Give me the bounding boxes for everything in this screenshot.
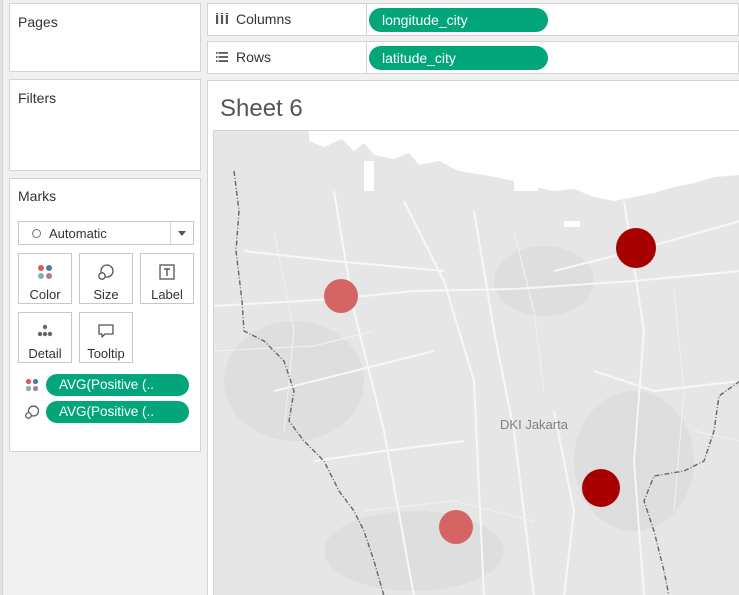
color-encoding-row: AVG(Positive (..: [24, 374, 194, 396]
color-button-label: Color: [29, 287, 61, 302]
mark-type-dropdown[interactable]: Automatic: [18, 221, 194, 245]
chevron-down-icon[interactable]: [178, 231, 186, 236]
pages-title: Pages: [18, 14, 58, 30]
sheet-title[interactable]: Sheet 6: [220, 95, 303, 123]
marks-card: Marks Automatic Color Size Label Detail …: [9, 178, 201, 452]
latitude-pill[interactable]: latitude_city: [369, 46, 548, 70]
dropdown-divider: [170, 222, 171, 244]
color-dots-icon: [25, 378, 39, 392]
filters-title: Filters: [18, 90, 57, 106]
size-encoding-row: AVG(Positive (..: [24, 401, 194, 423]
map-mark-1[interactable]: [616, 228, 656, 268]
label-icon: [159, 264, 175, 280]
size-encoding-pill[interactable]: AVG(Positive (..: [46, 401, 189, 423]
detail-dots-icon: [37, 324, 53, 337]
color-encoding-pill[interactable]: AVG(Positive (..: [46, 374, 189, 396]
rows-shelf-header: Rows: [208, 42, 367, 73]
map-view[interactable]: DKI Jakarta: [213, 130, 739, 595]
size-button-label: Size: [93, 287, 119, 302]
rows-icon: [216, 52, 228, 62]
size-icon: [25, 405, 40, 419]
columns-shelf-header: Columns: [208, 4, 367, 35]
size-button[interactable]: Size: [79, 253, 133, 304]
columns-shelf[interactable]: Columns longitude_city: [207, 3, 739, 36]
tooltip-button-label: Tooltip: [87, 346, 125, 361]
circle-mark-icon: [32, 229, 41, 238]
map-place-label: DKI Jakarta: [500, 417, 569, 432]
columns-label: Columns: [236, 11, 292, 27]
rows-shelf[interactable]: Rows latitude_city: [207, 41, 739, 74]
tooltip-button[interactable]: Tooltip: [79, 312, 133, 363]
columns-icon: [216, 13, 228, 24]
color-button[interactable]: Color: [18, 253, 72, 304]
rows-label: Rows: [236, 49, 272, 65]
map-mark-3[interactable]: [582, 469, 620, 507]
label-button-label: Label: [151, 287, 183, 302]
map-canvas[interactable]: DKI Jakarta: [214, 131, 739, 595]
map-mark-4[interactable]: [439, 510, 473, 544]
map-mark-2[interactable]: [324, 279, 358, 313]
color-dots-icon: [38, 265, 52, 279]
left-edge-strip: [0, 0, 3, 595]
detail-button[interactable]: Detail: [18, 312, 72, 363]
tooltip-icon: [98, 324, 114, 338]
size-icon: [98, 264, 114, 280]
longitude-pill[interactable]: longitude_city: [369, 8, 548, 32]
pages-card[interactable]: Pages: [9, 3, 201, 72]
label-button[interactable]: Label: [140, 253, 194, 304]
mark-type-label: Automatic: [49, 226, 107, 241]
filters-card[interactable]: Filters: [9, 79, 201, 171]
detail-button-label: Detail: [28, 346, 62, 361]
marks-title: Marks: [18, 188, 57, 204]
